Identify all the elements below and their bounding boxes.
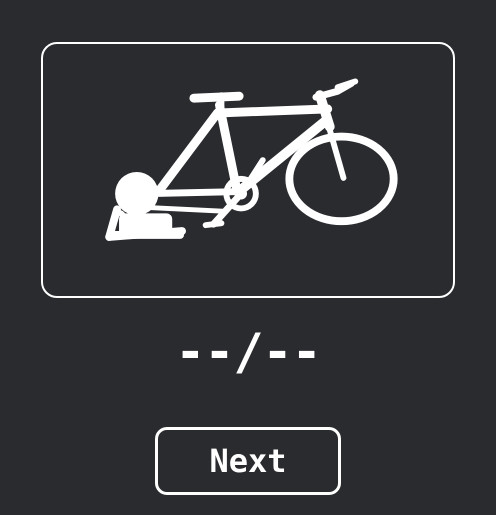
rep-counter: --/--: [175, 323, 322, 381]
next-button[interactable]: Next: [155, 427, 341, 495]
exercise-image-frame: [41, 42, 455, 298]
stationary-bike-trainer-icon: [105, 78, 398, 241]
